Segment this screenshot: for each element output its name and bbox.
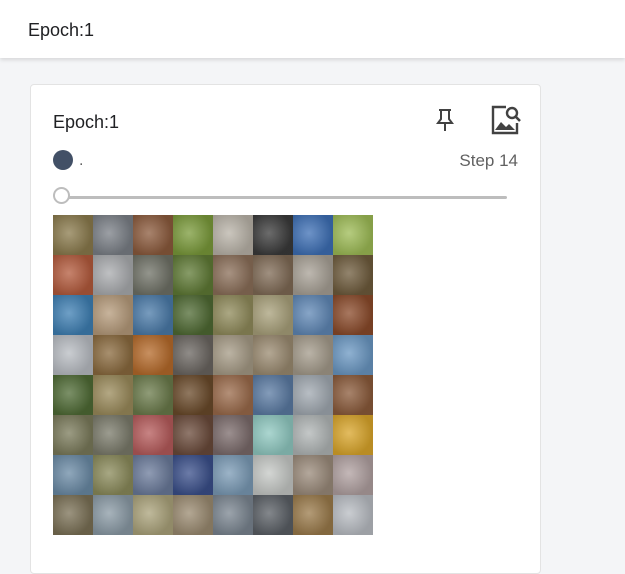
- image-tile: [173, 295, 213, 335]
- image-grid: [53, 215, 373, 535]
- image-tile: [253, 415, 293, 455]
- image-tile: [93, 375, 133, 415]
- image-tile: [253, 215, 293, 255]
- image-tile: [333, 375, 373, 415]
- image-tile: [213, 455, 253, 495]
- image-tile: [173, 415, 213, 455]
- image-tile: [133, 295, 173, 335]
- image-tile: [253, 455, 293, 495]
- image-tile: [213, 495, 253, 535]
- image-tile: [333, 495, 373, 535]
- image-tile: [133, 415, 173, 455]
- image-tile: [293, 255, 333, 295]
- image-tile: [213, 255, 253, 295]
- image-tile: [93, 255, 133, 295]
- header-bar: Epoch:1: [0, 0, 625, 58]
- image-tile: [53, 215, 93, 255]
- image-tile: [213, 335, 253, 375]
- header-title: Epoch:1: [28, 20, 95, 40]
- image-tile: [173, 335, 213, 375]
- image-tile: [53, 495, 93, 535]
- step-slider-track[interactable]: [63, 196, 507, 199]
- run-name: .: [79, 152, 84, 169]
- run-color-dot: [53, 150, 73, 170]
- image-tile: [293, 455, 333, 495]
- image-tile: [93, 495, 133, 535]
- image-tile: [333, 335, 373, 375]
- fullscreen-image-icon[interactable]: [489, 103, 523, 137]
- image-tile: [53, 295, 93, 335]
- image-tile: [173, 495, 213, 535]
- image-tile: [173, 455, 213, 495]
- image-tile: [133, 255, 173, 295]
- image-tile: [53, 455, 93, 495]
- image-tile: [333, 255, 373, 295]
- image-tile: [253, 335, 293, 375]
- image-tile: [133, 335, 173, 375]
- image-tile: [213, 415, 253, 455]
- image-tile: [333, 455, 373, 495]
- image-tile: [213, 295, 253, 335]
- image-tile: [133, 215, 173, 255]
- image-tile: [133, 455, 173, 495]
- image-tile: [53, 255, 93, 295]
- image-tile: [93, 455, 133, 495]
- image-tile: [133, 375, 173, 415]
- image-tile: [53, 415, 93, 455]
- pin-icon[interactable]: [433, 107, 457, 133]
- image-tile: [173, 375, 213, 415]
- image-tile: [293, 335, 333, 375]
- image-tile: [293, 375, 333, 415]
- step-slider-thumb[interactable]: [53, 187, 70, 204]
- image-tile: [333, 415, 373, 455]
- image-tile: [213, 215, 253, 255]
- image-tile: [53, 335, 93, 375]
- image-tile: [333, 295, 373, 335]
- image-tile: [93, 295, 133, 335]
- image-tile: [173, 255, 213, 295]
- image-tile: [133, 495, 173, 535]
- image-tile: [253, 295, 293, 335]
- image-tile: [293, 415, 333, 455]
- image-tile: [293, 495, 333, 535]
- image-tile: [53, 375, 93, 415]
- image-tile: [253, 495, 293, 535]
- card-title: Epoch:1: [53, 112, 120, 132]
- image-tile: [93, 335, 133, 375]
- image-tile: [93, 215, 133, 255]
- image-tile: [333, 215, 373, 255]
- image-tile: [253, 375, 293, 415]
- image-tile: [293, 215, 333, 255]
- step-label: Step 14: [459, 151, 518, 170]
- image-tile: [173, 215, 213, 255]
- image-tile: [293, 295, 333, 335]
- image-card: Epoch:1 . Step 14: [30, 84, 541, 574]
- image-tile: [213, 375, 253, 415]
- image-tile: [253, 255, 293, 295]
- image-tile: [93, 415, 133, 455]
